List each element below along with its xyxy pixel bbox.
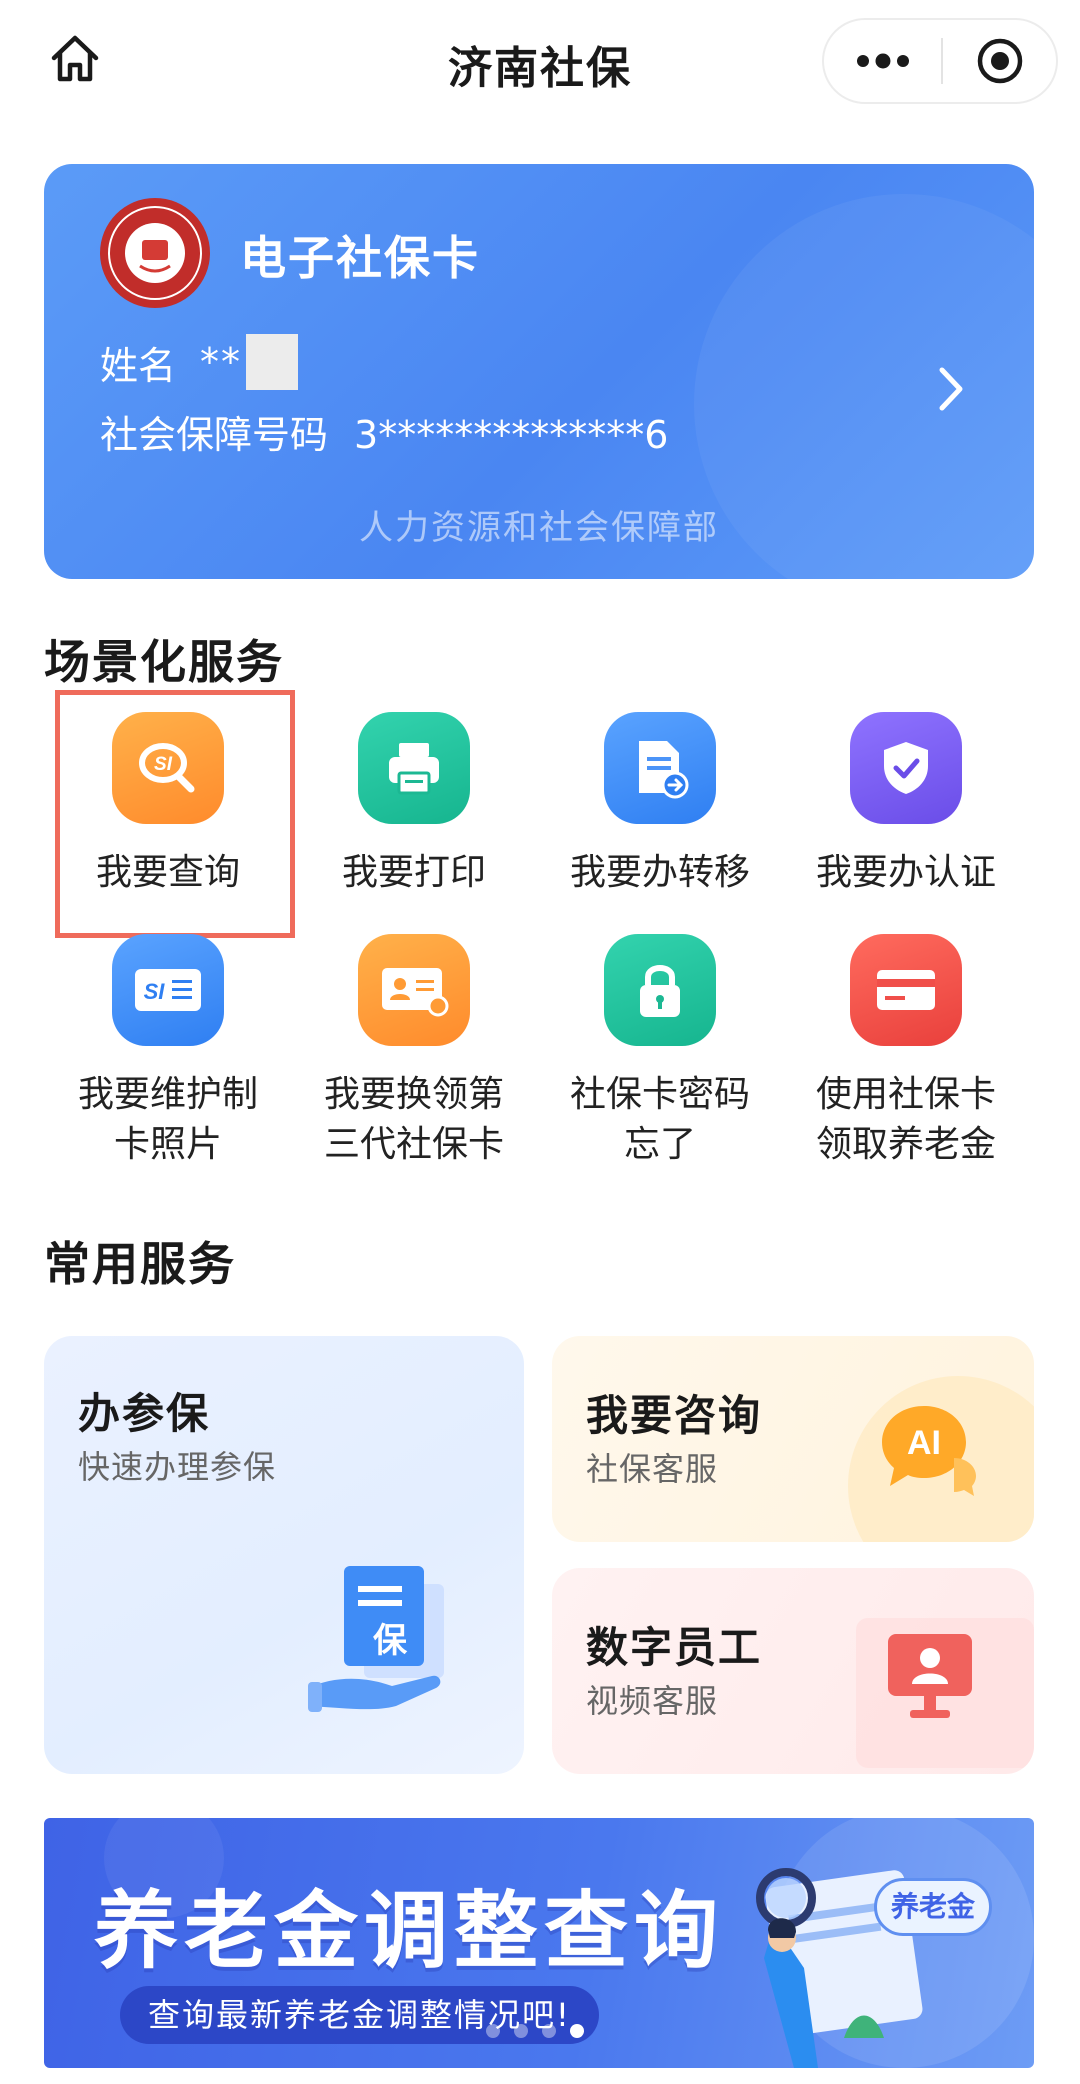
name-label: 姓名 [100, 343, 177, 388]
video-monitor-icon [888, 1634, 972, 1718]
service-pension-card[interactable]: 使用社保卡 领取养老金 [782, 934, 1030, 1170]
mini-program-capsule [822, 18, 1058, 104]
tile-digital-staff[interactable]: 数字员工 视频客服 [552, 1568, 1034, 1774]
more-button[interactable] [824, 20, 941, 102]
service-transfer[interactable]: 我要办转移 [536, 712, 784, 898]
id-card-icon [358, 934, 470, 1046]
service-card-photo-label: 我要维护制 卡照片 [77, 1074, 258, 1165]
tile-enroll-title: 办参保 [78, 1389, 211, 1438]
banner-title: 养老金调整查询 [94, 1882, 725, 1980]
chevron-right-icon [939, 367, 963, 411]
service-card-photo[interactable]: SI 我要维护制 卡照片 [44, 934, 292, 1170]
tile-digital-staff-title: 数字员工 [586, 1623, 763, 1672]
name-redaction [246, 334, 299, 390]
ssn-label: 社会保障号码 [100, 413, 329, 457]
common-services-title: 常用服务 [44, 1237, 236, 1291]
tile-consult[interactable]: 我要咨询 社保客服 AI [552, 1336, 1034, 1542]
tile-enroll-subtitle: 快速办理参保 [78, 1448, 277, 1486]
service-print[interactable]: 我要打印 [290, 712, 538, 898]
more-dots-icon [856, 53, 909, 69]
banner-pagination [486, 2024, 584, 2038]
tile-digital-staff-subtitle: 视频客服 [586, 1682, 719, 1720]
scene-services-title: 场景化服务 [44, 635, 284, 689]
card-ssn-row: 社会保障号码 3**************6 [100, 404, 668, 459]
pension-badge: 养老金 [874, 1878, 992, 1936]
social-security-logo-icon [100, 198, 210, 308]
si-card-icon: SI [112, 934, 224, 1046]
nav-bar: 济南社保 [0, 0, 1080, 120]
service-transfer-label: 我要办转移 [569, 852, 750, 893]
service-certification[interactable]: 我要办认证 [782, 712, 1030, 898]
banner-dot[interactable] [486, 2024, 500, 2038]
banner-dot-active[interactable] [570, 2024, 584, 2038]
tile-consult-subtitle: 社保客服 [586, 1450, 719, 1488]
card-chevron[interactable] [936, 364, 966, 418]
e-social-security-card[interactable]: 电子社保卡 姓名 ** 社会保障号码 3**************6 人力资源和… [44, 164, 1034, 579]
service-pension-card-label: 使用社保卡 领取养老金 [815, 1074, 996, 1165]
service-card-replacement[interactable]: 我要换领第 三代社保卡 [290, 934, 538, 1170]
selection-highlight-box [55, 690, 295, 938]
name-value: ** [200, 340, 243, 384]
banner-dot[interactable] [542, 2024, 556, 2038]
banner-dot[interactable] [514, 2024, 528, 2038]
service-card-replacement-label: 我要换领第 三代社保卡 [323, 1074, 504, 1165]
service-print-label: 我要打印 [341, 852, 486, 893]
card-title: 电子社保卡 [240, 231, 480, 285]
tile-consult-title: 我要咨询 [586, 1391, 763, 1440]
tile-enroll[interactable]: 办参保 快速办理参保 保 [44, 1336, 524, 1774]
target-icon [977, 38, 1022, 84]
ai-chat-icon-text: AI [907, 1424, 941, 1462]
service-certification-label: 我要办认证 [815, 852, 996, 893]
ssn-value: 3**************6 [354, 413, 669, 457]
card-name-row: 姓名 ** [100, 334, 299, 390]
printer-icon [358, 712, 470, 824]
bank-card-icon [850, 934, 962, 1046]
insurance-hand-icon-text: 保 [373, 1621, 408, 1661]
service-card-password-label: 社保卡密码 忘了 [569, 1074, 750, 1165]
close-mini-program-button[interactable] [943, 20, 1056, 102]
service-card-password[interactable]: 社保卡密码 忘了 [536, 934, 784, 1170]
pension-adjust-banner[interactable]: 养老金 养老金调整查询 查询最新养老金调整情况吧! [44, 1818, 1034, 2068]
insurance-hand-icon: 保 [308, 1566, 444, 1712]
ai-chat-icon: AI [882, 1406, 976, 1496]
shield-check-icon [850, 712, 962, 824]
document-transfer-icon [604, 712, 716, 824]
svg-text:SI: SI [144, 979, 166, 1004]
card-issuer: 人力资源和社会保障部 [359, 508, 719, 548]
lock-icon [604, 934, 716, 1046]
